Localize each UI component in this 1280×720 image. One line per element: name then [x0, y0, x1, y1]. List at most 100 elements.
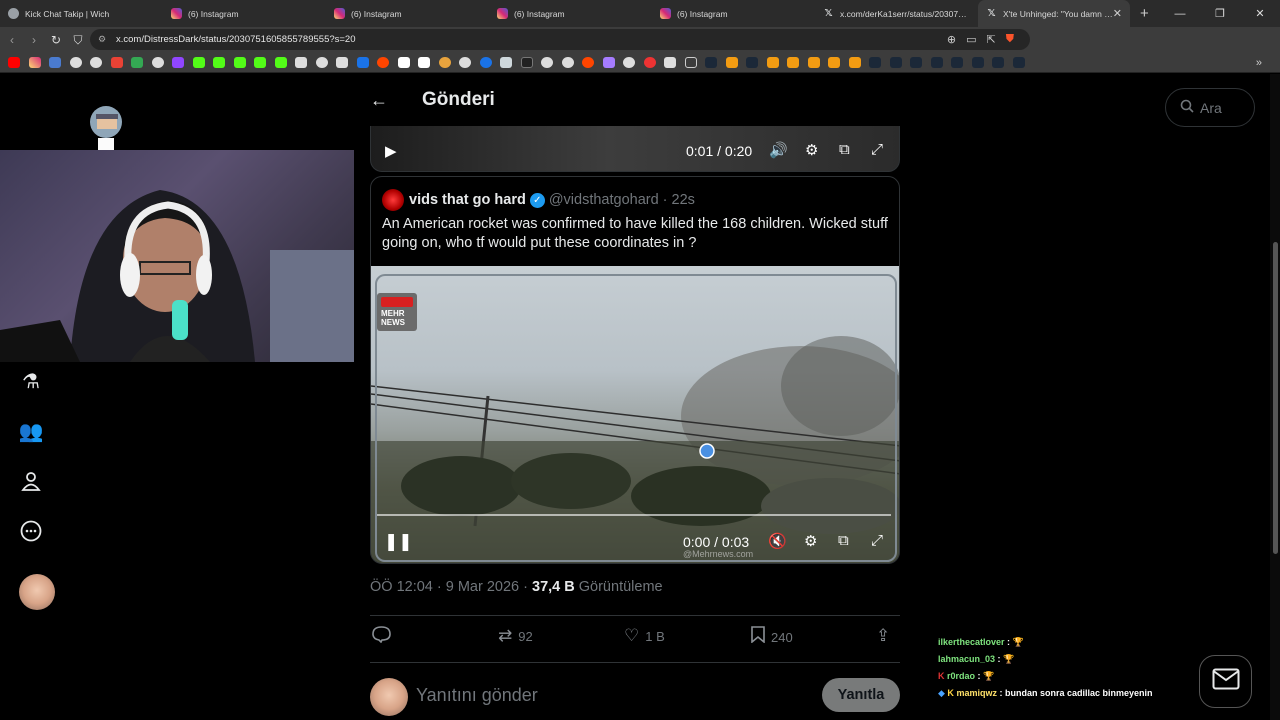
browser-tab[interactable]: Kick Chat Takip | Wich [0, 0, 163, 27]
back-arrow-icon[interactable]: ← [370, 90, 392, 111]
search-box[interactable]: Ara [1165, 88, 1255, 127]
site-settings-icon[interactable]: ⚙ [98, 34, 106, 45]
steam-icon[interactable] [910, 57, 922, 68]
brave-shield-icon[interactable]: ⛊ [1006, 33, 1014, 46]
pause-icon[interactable]: ❚❚ [384, 532, 413, 552]
bookmark-icon[interactable] [848, 57, 861, 68]
gmail-icon[interactable] [110, 57, 123, 68]
steam-icon[interactable] [746, 57, 758, 68]
browser-tab[interactable]: (6) Instagram [489, 0, 652, 27]
more-icon[interactable] [18, 518, 44, 544]
back-icon[interactable]: ‹ [2, 33, 22, 47]
bookmark-icon[interactable] [766, 57, 779, 68]
drive-icon[interactable] [131, 57, 143, 68]
avatar[interactable] [370, 678, 408, 716]
reply-button[interactable]: Yanıtla [822, 678, 900, 712]
bookmark-icon[interactable] [664, 57, 676, 68]
share-icon[interactable]: ⇱ [987, 33, 996, 46]
reply-action[interactable] [372, 626, 391, 648]
address-bar[interactable]: ⚙ x.com/DistressDark/status/203075160585… [90, 29, 1030, 50]
bookmark-icon[interactable] [807, 57, 820, 68]
new-tab-button[interactable]: + [1140, 5, 1149, 22]
youtube-icon[interactable] [8, 57, 20, 68]
instagram-icon[interactable] [28, 57, 41, 68]
steam-icon[interactable] [951, 57, 963, 68]
bookmark-icon[interactable] [49, 57, 61, 68]
kick-icon[interactable] [233, 57, 246, 68]
kick-icon[interactable] [192, 57, 205, 68]
x-icon[interactable] [336, 57, 348, 68]
page-scrollbar[interactable] [1270, 74, 1280, 720]
steam-icon[interactable] [992, 57, 1004, 68]
bookmark-icon[interactable] [315, 57, 328, 68]
previous-video-player[interactable]: ▶ 0:01 / 0:20 🔊 ⚙ ⧉ ⤢ [370, 126, 900, 172]
bookmark-icon[interactable] [459, 57, 471, 68]
video-progress-bar[interactable] [377, 514, 891, 516]
bookmark-icon[interactable] [500, 57, 512, 68]
forward-icon[interactable]: › [24, 33, 44, 47]
bookmark-icon[interactable] [479, 57, 492, 68]
bookmark-icon[interactable] [69, 57, 82, 68]
kick-icon[interactable] [213, 57, 225, 68]
bookmark-icon[interactable] [541, 57, 553, 68]
bookmark-icon[interactable] [520, 57, 533, 68]
cast-icon[interactable]: ▭ [966, 33, 976, 46]
messages-button[interactable] [1199, 655, 1252, 708]
quoted-video-player[interactable]: MEHR NEWS ❚❚ 0:00 / 0:03 🔇 ⚙ ⧉ ⤢ @Mehrnew… [371, 266, 899, 563]
bookmarks-overflow-icon[interactable]: » [1256, 57, 1262, 69]
bookmark-icon[interactable] [725, 57, 738, 68]
browser-tab[interactable]: 𝕏 x.com/derKa1serr/status/203073449 [815, 0, 978, 27]
zoom-icon[interactable]: ⊕ [947, 33, 956, 46]
browser-tab[interactable]: (6) Instagram [326, 0, 489, 27]
bookmark-action[interactable]: 240 [751, 626, 793, 648]
bookmark-icon[interactable] [295, 57, 307, 68]
post-timestamp[interactable]: ÖÖ 12:04 · 9 Mar 2026 · [370, 579, 532, 595]
close-window-button[interactable]: ✕ [1240, 7, 1280, 20]
settings-icon[interactable]: ⚙ [804, 532, 817, 550]
close-icon[interactable]: ✕ [1113, 7, 1122, 20]
bookmark-icon[interactable] [643, 57, 656, 68]
mute-icon[interactable]: 🔇 [768, 532, 787, 550]
quoted-author-name[interactable]: vids that go hard [409, 192, 526, 208]
bookmark-icon[interactable]: ⛉ [68, 33, 88, 48]
quoted-author-handle[interactable]: @vidsthatgohard [549, 192, 659, 208]
steam-icon[interactable] [889, 57, 902, 68]
communities-icon[interactable]: 👥 [18, 418, 44, 444]
play-icon[interactable]: ▶ [385, 142, 397, 160]
bookmark-icon[interactable] [418, 57, 430, 68]
like-action[interactable]: ♡ 1 B [624, 626, 665, 646]
volume-icon[interactable]: 🔊 [769, 141, 788, 159]
pip-icon[interactable]: ⧉ [838, 532, 849, 549]
steam-icon[interactable] [930, 57, 943, 68]
grok-flask-icon[interactable]: ⚗ [18, 368, 44, 394]
steam-icon[interactable] [869, 57, 881, 68]
pip-icon[interactable]: ⧉ [839, 141, 850, 158]
steam-icon[interactable] [705, 57, 717, 68]
bookmark-icon[interactable] [438, 57, 451, 68]
bookmark-icon[interactable] [602, 57, 615, 68]
bookmark-icon[interactable] [787, 57, 799, 68]
reddit-icon[interactable] [582, 57, 594, 68]
steam-icon[interactable] [971, 57, 984, 68]
reply-input[interactable]: Yanıtını gönder [416, 685, 538, 706]
account-avatar[interactable] [19, 574, 55, 610]
share-action[interactable]: ⇪ [876, 626, 890, 646]
quoted-post[interactable]: vids that go hard ✓ @vidsthatgohard · 22… [370, 176, 900, 564]
bookmark-icon[interactable] [828, 57, 840, 68]
bookmark-icon[interactable] [561, 57, 574, 68]
folder-icon[interactable] [684, 57, 697, 68]
scrollbar-thumb[interactable] [1273, 242, 1278, 554]
settings-icon[interactable]: ⚙ [805, 141, 818, 159]
steam-icon[interactable] [1012, 57, 1025, 68]
retweet-action[interactable]: ⇄ 92 [498, 626, 533, 646]
browser-tab[interactable]: (6) Instagram [163, 0, 326, 27]
reddit-icon[interactable] [377, 57, 389, 68]
quoted-author-avatar[interactable] [382, 189, 404, 211]
fullscreen-icon[interactable]: ⤢ [871, 141, 883, 158]
minimize-button[interactable]: — [1160, 8, 1200, 20]
bookmark-icon[interactable] [151, 57, 164, 68]
fullscreen-icon[interactable]: ⤢ [871, 532, 883, 549]
maximize-button[interactable]: ❐ [1200, 7, 1240, 20]
reload-icon[interactable]: ↻ [46, 33, 66, 47]
bookmark-icon[interactable] [623, 57, 635, 68]
